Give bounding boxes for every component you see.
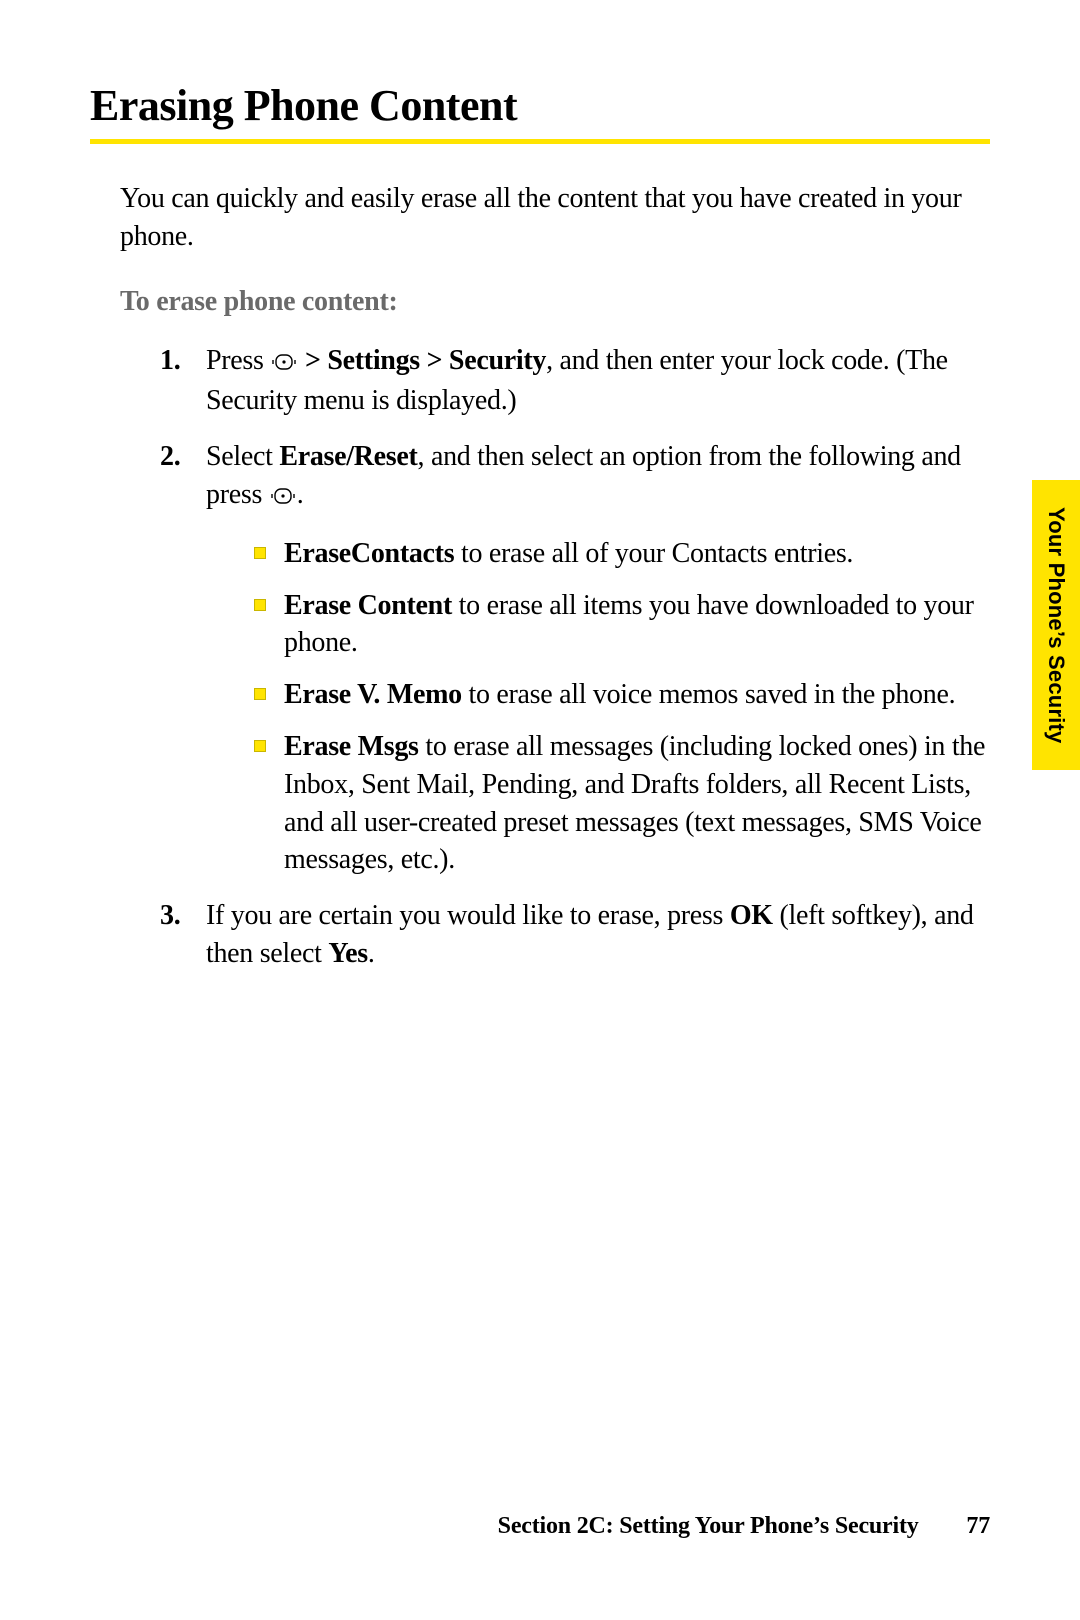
step-number: 3. — [160, 897, 180, 935]
step-3: 3. If you are certain you would like to … — [160, 897, 990, 973]
nav-key-icon — [271, 345, 297, 383]
procedure-subheading: To erase phone content: — [120, 286, 990, 318]
intro-paragraph: You can quickly and easily erase all the… — [120, 180, 980, 256]
step-2-command: Erase/Reset — [279, 441, 417, 472]
side-tab-label: Your Phone’s Security — [1043, 507, 1069, 743]
option-erase-vmemo: Erase V. Memo to erase all voice memos s… — [254, 676, 990, 714]
option-erase-msgs: Erase Msgs to erase all messages (includ… — [254, 728, 990, 879]
page-number: 77 — [966, 1513, 990, 1540]
step-2-post: . — [297, 479, 304, 510]
nav-key-icon — [270, 479, 296, 517]
step-3-yes: Yes — [328, 938, 368, 969]
page-heading: Erasing Phone Content — [90, 80, 990, 131]
step-1: 1. Press > Settings > Security, and then… — [160, 342, 990, 421]
option-desc: to erase all voice memos saved in the ph… — [462, 679, 955, 710]
options-list: EraseContacts to erase all of your Conta… — [254, 535, 990, 879]
step-3-ok: OK — [730, 900, 773, 931]
step-number: 2. — [160, 438, 180, 476]
step-1-pre: Press — [206, 345, 270, 376]
step-3-post: . — [368, 938, 375, 969]
steps-list: 1. Press > Settings > Security, and then… — [160, 342, 990, 973]
page-footer: Section 2C: Setting Your Phone’s Securit… — [498, 1513, 990, 1540]
manual-page: Erasing Phone Content You can quickly an… — [0, 0, 1080, 1620]
footer-section: Section 2C: Setting Your Phone’s Securit… — [498, 1513, 919, 1539]
option-erase-contacts: EraseContacts to erase all of your Conta… — [254, 535, 990, 573]
option-erase-content: Erase Content to erase all items you hav… — [254, 587, 990, 663]
step-3-pre: If you are certain you would like to era… — [206, 900, 730, 931]
section-side-tab: Your Phone’s Security — [1032, 480, 1080, 770]
heading-underline — [90, 139, 990, 144]
option-label: Erase Content — [284, 590, 452, 621]
step-2: 2. Select Erase/Reset, and then select a… — [160, 438, 990, 879]
option-label: Erase V. Memo — [284, 679, 462, 710]
step-number: 1. — [160, 342, 180, 380]
step-2-pre: Select — [206, 441, 279, 472]
option-label: EraseContacts — [284, 538, 454, 569]
option-label: Erase Msgs — [284, 731, 419, 762]
step-1-path: > Settings > Security — [298, 345, 546, 376]
option-desc: to erase all of your Contacts entries. — [454, 538, 853, 569]
